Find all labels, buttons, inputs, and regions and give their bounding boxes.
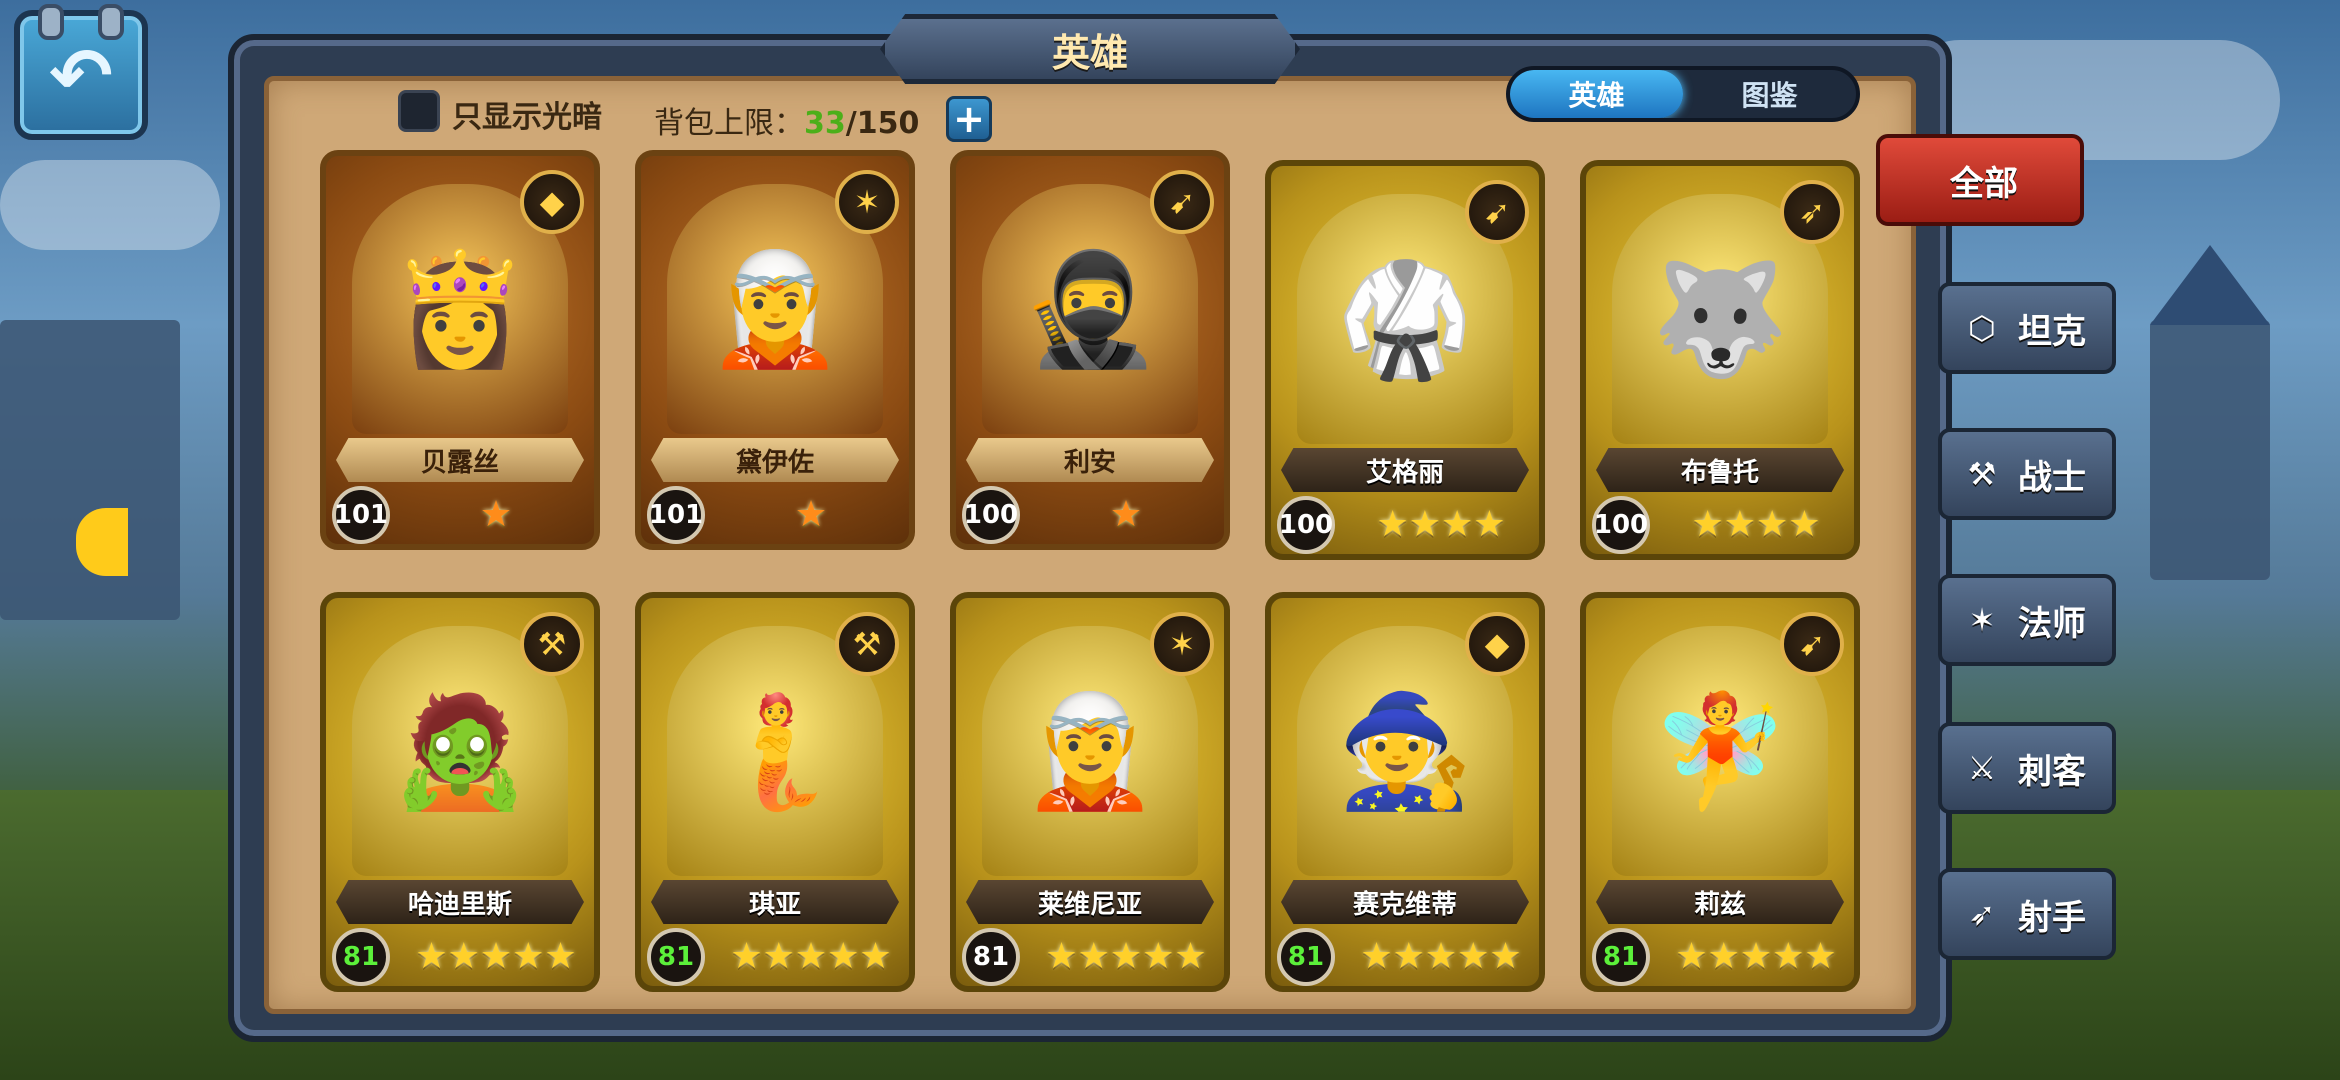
castle-roof <box>2150 245 2270 325</box>
category-label: 射手 <box>2018 897 2086 938</box>
hero-stars: ★ <box>1109 493 1143 535</box>
hero-card[interactable]: 👸 ◆ 贝露丝 101 ★ <box>320 150 600 550</box>
hero-level: 100 <box>1592 496 1650 554</box>
hero-level: 81 <box>962 928 1020 986</box>
hero-name: 黛伊佐 <box>651 438 899 482</box>
category-label: 坦克 <box>2018 311 2086 352</box>
hero-stars: ★★★★★ <box>1675 935 1837 977</box>
arrow-icon: ➹ <box>1780 612 1844 676</box>
hero-card[interactable]: 🧚 ➹ 莉兹 81 ★★★★★ <box>1580 592 1860 992</box>
staff-icon: ✶ <box>1968 601 1996 639</box>
back-arrow-icon: ↶ <box>49 30 113 120</box>
hero-stars: ★★★★★ <box>730 935 892 977</box>
category-label: 战士 <box>2018 457 2086 498</box>
hanger-ring <box>38 4 64 40</box>
arrow-icon: ➹ <box>1465 180 1529 244</box>
hero-level: 100 <box>1277 496 1335 554</box>
hero-card[interactable]: 🧜 ⚒ 琪亚 81 ★★★★★ <box>635 592 915 992</box>
hero-name: 琪亚 <box>651 880 899 924</box>
hero-stars: ★★★★★ <box>415 935 577 977</box>
hero-stars: ★★★★★ <box>1360 935 1522 977</box>
category-all-button[interactable]: 全部 <box>1876 134 2084 226</box>
castle-building <box>2150 320 2270 580</box>
category-marksman-button[interactable]: ➶ 射手 <box>1938 868 2116 960</box>
hero-level: 100 <box>962 486 1020 544</box>
hammer-icon: ⚒ <box>835 612 899 676</box>
category-label: 法师 <box>2018 603 2086 644</box>
staff-icon: ✶ <box>835 170 899 234</box>
cloud <box>0 160 220 250</box>
dagger-icon: ⚔ <box>1967 749 1997 787</box>
hero-level: 101 <box>647 486 705 544</box>
hammer-icon: ⚒ <box>1967 455 1997 493</box>
category-assassin-button[interactable]: ⚔ 刺客 <box>1938 722 2116 814</box>
category-label: 刺客 <box>2018 751 2086 792</box>
hero-level: 81 <box>1592 928 1650 986</box>
hero-stars: ★ <box>479 493 513 535</box>
light-dark-checkbox[interactable] <box>398 90 440 132</box>
side-menu-orb[interactable] <box>76 508 128 576</box>
hero-name: 莱维尼亚 <box>966 880 1214 924</box>
hero-level: 81 <box>647 928 705 986</box>
hero-stars: ★★★★ <box>1691 503 1821 545</box>
bag-current-count: 33 <box>804 106 846 141</box>
hero-level: 81 <box>332 928 390 986</box>
hero-level: 81 <box>1277 928 1335 986</box>
category-warrior-button[interactable]: ⚒ 战士 <box>1938 428 2116 520</box>
hero-name: 哈迪里斯 <box>336 880 584 924</box>
gem-icon: ◆ <box>1465 612 1529 676</box>
hero-name: 贝露丝 <box>336 438 584 482</box>
hero-stars: ★★★★ <box>1376 503 1506 545</box>
gem-icon: ◆ <box>520 170 584 234</box>
view-tabs: 英雄 图鉴 <box>1506 66 1860 122</box>
hero-name: 莉兹 <box>1596 880 1844 924</box>
hero-card[interactable]: 🧝 ✶ 黛伊佐 101 ★ <box>635 150 915 550</box>
tab-codex[interactable]: 图鉴 <box>1683 70 1856 118</box>
page-title: 英雄 <box>880 14 1300 84</box>
hero-name: 布鲁托 <box>1596 448 1844 492</box>
grid-icon <box>1898 161 1936 199</box>
hero-stars: ★ <box>794 493 828 535</box>
hero-card[interactable]: 🥷 ➹ 利安 100 ★ <box>950 150 1230 550</box>
castle-building <box>0 320 180 620</box>
hanger-ring <box>98 4 124 40</box>
shield-icon: ⬡ <box>1968 309 1996 347</box>
hero-card[interactable]: 🧟 ⚒ 哈迪里斯 81 ★★★★★ <box>320 592 600 992</box>
hero-name: 艾格丽 <box>1281 448 1529 492</box>
bow-icon: ➶ <box>1780 180 1844 244</box>
category-label: 全部 <box>1950 163 2018 204</box>
hero-card[interactable]: 🥋 ➹ 艾格丽 100 ★★★★ <box>1265 160 1545 560</box>
bow-icon: ➶ <box>1968 895 1996 933</box>
category-tank-button[interactable]: ⬡ 坦克 <box>1938 282 2116 374</box>
hero-name: 利安 <box>966 438 1214 482</box>
staff-icon: ✶ <box>1150 612 1214 676</box>
hero-stars: ★★★★★ <box>1045 935 1207 977</box>
bag-capacity: 背包上限：33/150 <box>654 98 919 142</box>
arrow-icon: ➹ <box>1150 170 1214 234</box>
expand-bag-button[interactable]: + <box>946 96 992 142</box>
tab-heroes[interactable]: 英雄 <box>1510 70 1683 118</box>
hero-card[interactable]: 🧝 ✶ 莱维尼亚 81 ★★★★★ <box>950 592 1230 992</box>
category-mage-button[interactable]: ✶ 法师 <box>1938 574 2116 666</box>
bag-max-count: /150 <box>845 106 920 141</box>
hero-level: 101 <box>332 486 390 544</box>
bag-capacity-label: 背包上限： <box>654 106 804 141</box>
light-dark-filter-label: 只显示光暗 <box>452 100 602 135</box>
hammer-icon: ⚒ <box>520 612 584 676</box>
hero-card[interactable]: 🧙 ◆ 赛克维蒂 81 ★★★★★ <box>1265 592 1545 992</box>
hero-name: 赛克维蒂 <box>1281 880 1529 924</box>
back-button[interactable]: ↶ <box>14 4 148 140</box>
hero-card[interactable]: 🐺 ➶ 布鲁托 100 ★★★★ <box>1580 160 1860 560</box>
